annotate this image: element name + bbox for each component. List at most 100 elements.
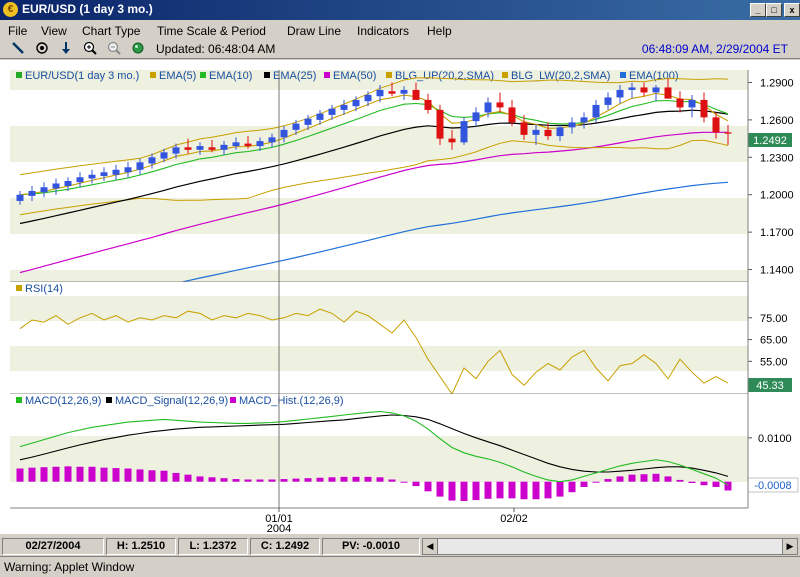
candle-body [232, 142, 240, 147]
macd-hist-bar [76, 466, 84, 482]
macd-hist-bar [148, 470, 156, 482]
macd-hist-bar [316, 477, 324, 482]
candle-body [640, 87, 648, 93]
menu-draw-line[interactable]: Draw Line [287, 24, 341, 38]
candle-body [592, 104, 600, 118]
macd-hist-bar [220, 478, 228, 482]
macd-hist-bar [592, 481, 600, 483]
legend-swatch [386, 72, 392, 78]
macd-hist-bar [112, 468, 120, 482]
candle-body [16, 194, 24, 201]
candle-body [688, 99, 696, 108]
price-last-value: 1.2492 [753, 135, 787, 147]
menu-help[interactable]: Help [427, 24, 452, 38]
legend-swatch [620, 72, 626, 78]
y-tick-label: 1.2900 [760, 77, 794, 89]
draw-line-icon[interactable] [10, 41, 26, 57]
candle-body [364, 94, 372, 102]
macd-hist-bar [352, 476, 360, 482]
macd-hist-bar [208, 477, 216, 482]
horizontal-scrollbar[interactable]: ◀ ▶ [422, 538, 798, 555]
candle-body [244, 143, 252, 147]
candle-body [676, 98, 684, 108]
candle-body [496, 102, 504, 108]
refresh-icon[interactable] [130, 41, 146, 57]
y-tick-label: 1.2300 [760, 152, 794, 164]
legend-swatch [324, 72, 330, 78]
candle-body [712, 117, 720, 133]
macd-hist-bar [100, 467, 108, 482]
macd-hist-bar [268, 479, 276, 482]
macd-hist-bar [304, 478, 312, 482]
menu-time-scale[interactable]: Time Scale & Period [157, 24, 266, 38]
candle-body [436, 109, 444, 139]
scroll-right-button[interactable]: ▶ [782, 539, 797, 554]
status-pv: PV: -0.0010 [322, 538, 420, 555]
macd-hist-bar [604, 479, 612, 482]
minimize-button[interactable]: _ [750, 3, 766, 17]
rsi-bands [10, 282, 748, 394]
macd-hist-bar [484, 481, 492, 499]
candle-body [172, 147, 180, 154]
legend-label: EUR/USD(1 day 3 mo.) [25, 70, 139, 82]
scroll-left-button[interactable]: ◀ [423, 539, 438, 554]
candle-body [616, 89, 624, 98]
down-arrow-icon[interactable] [58, 41, 74, 57]
candle-body [340, 104, 348, 110]
legend-swatch [150, 72, 156, 78]
macd-hist-bar [460, 481, 468, 501]
chart-area[interactable]: EUR/USD(1 day 3 mo.) EMA(5) EMA(10) EMA(25)… [0, 60, 800, 534]
candle-body [316, 113, 324, 120]
macd-hist-bar [724, 481, 732, 491]
warning-bar: Warning: Applet Window [0, 556, 800, 577]
title-bar: € EUR/USD (1 day 3 mo.) _ □ x [0, 0, 800, 20]
candle-body [700, 99, 708, 118]
macd-hist-bar [568, 481, 576, 493]
macd-hist-bar [88, 466, 96, 482]
close-button[interactable]: x [784, 3, 800, 17]
candle-body [604, 97, 612, 105]
macd-hist-bar [16, 468, 24, 482]
legend-swatch [502, 72, 508, 78]
candle-body [100, 172, 108, 176]
candle-body [136, 162, 144, 170]
candle-body [112, 169, 120, 175]
candle-body [52, 183, 60, 189]
maximize-button[interactable]: □ [766, 3, 782, 17]
candle-body [484, 102, 492, 113]
macd-hist-bar [412, 481, 420, 487]
candle-body [292, 123, 300, 130]
zoom-in-icon[interactable] [82, 41, 98, 57]
macd-hist-bar [436, 481, 444, 497]
menu-view[interactable]: View [41, 24, 67, 38]
macd-last-badge: -0.0008 [747, 477, 799, 493]
window-title: EUR/USD (1 day 3 mo.) [22, 2, 153, 16]
crosshair-icon[interactable] [34, 41, 50, 57]
candle-body [328, 108, 336, 115]
macd-hist-bar [184, 474, 192, 482]
legend-label: MACD_Hist.(12,26,9) [239, 395, 344, 407]
macd-last-value: -0.0008 [754, 480, 791, 492]
zoom-out-icon[interactable] [106, 41, 122, 57]
menu-file[interactable]: File [8, 24, 27, 38]
legend-swatch [200, 72, 206, 78]
status-high: H: 1.2510 [106, 538, 176, 555]
legend-swatch [230, 397, 236, 403]
candle-body [472, 112, 480, 122]
rsi-panel: RSI(14) 75.00 65.00 55.00 45.33 [10, 282, 792, 396]
legend-label: MACD(12,26,9) [25, 395, 101, 407]
macd-hist-bar [688, 481, 696, 484]
menu-chart-type[interactable]: Chart Type [82, 24, 140, 38]
candle-body [124, 167, 132, 173]
clock-readout: 06:48:09 AM, 2/29/2004 ET [641, 42, 788, 56]
menu-indicators[interactable]: Indicators [357, 24, 409, 38]
candle-body [508, 107, 516, 123]
status-date: 02/27/2004 [2, 538, 104, 555]
price-last-badge: 1.2492 [748, 133, 792, 147]
legend-label: EMA(10) [209, 70, 252, 82]
macd-hist-bar [628, 474, 636, 482]
macd-hist-bar [124, 468, 132, 482]
candle-body [352, 99, 360, 107]
y-tick-label: 65.00 [760, 335, 788, 347]
menu-bar: File View Chart Type Time Scale & Period… [0, 20, 800, 40]
